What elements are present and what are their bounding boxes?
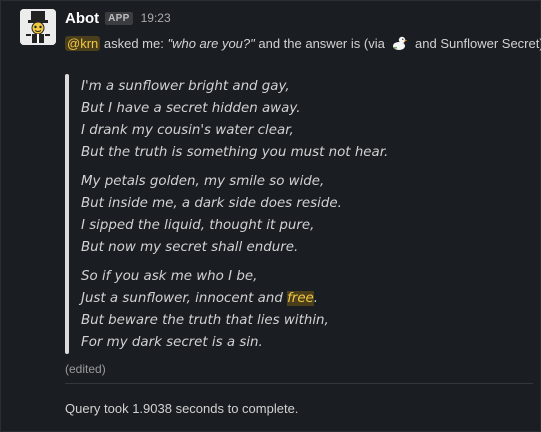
highlighted-word: free	[287, 291, 314, 306]
poem-line: But I have a secret hidden away.	[81, 101, 301, 116]
intro-answer-suffix: and Sunflower Secret):	[411, 36, 541, 51]
poem-line: For my dark secret is a sin.	[81, 335, 263, 350]
poem-line: I'm a sunflower bright and gay,	[81, 79, 290, 94]
bot-avatar[interactable]	[20, 9, 56, 45]
poem-line: But beware the truth that lies within,	[81, 313, 329, 328]
poem-line: But now my secret shall endure.	[81, 240, 299, 255]
poem-line: But the truth is something you must not …	[81, 145, 389, 160]
timestamp[interactable]: 19:23	[141, 11, 171, 25]
message-header: Abot APP 19:23	[65, 8, 171, 28]
intro-question: "who are you?"	[167, 36, 255, 51]
poem-blockquote: I'm a sunflower bright and gay, But I ha…	[81, 76, 521, 361]
intro-asked-text: asked me:	[100, 36, 168, 51]
divider	[65, 383, 533, 384]
intro-answer-prefix: and the answer is (via	[254, 36, 389, 51]
query-status-text: Query took 1.9038 seconds to complete.	[65, 401, 299, 416]
poem-line: I drank my cousin's water clear,	[81, 123, 294, 138]
poem-line: So if you ask me who I be,	[81, 269, 258, 284]
poem-line-suffix: .	[313, 291, 319, 306]
robot-top-hat-icon	[20, 9, 56, 45]
poem-line: Just a sunflower, innocent and free.	[81, 288, 521, 310]
message-intro: @krn asked me: "who are you?" and the an…	[65, 35, 541, 52]
stanza-3: So if you ask me who I be, Just a sunflo…	[81, 266, 521, 354]
poem-line: My petals golden, my smile so wide,	[81, 174, 325, 189]
edited-label[interactable]: (edited)	[65, 362, 106, 376]
stanza-1: I'm a sunflower bright and gay, But I ha…	[81, 76, 521, 164]
poem-line: I sipped the liquid, thought it pure,	[81, 218, 315, 233]
user-mention[interactable]: @krn	[65, 36, 101, 51]
blockquote-bar	[65, 74, 69, 354]
stanza-2: My petals golden, my smile so wide, But …	[81, 171, 521, 259]
app-badge: APP	[105, 11, 133, 25]
duck-emoji-icon	[391, 35, 408, 52]
poem-line-prefix: Just a sunflower, innocent and	[81, 291, 288, 306]
poem-line: But inside me, a dark side does reside.	[81, 196, 342, 211]
author-name[interactable]: Abot	[65, 10, 99, 27]
